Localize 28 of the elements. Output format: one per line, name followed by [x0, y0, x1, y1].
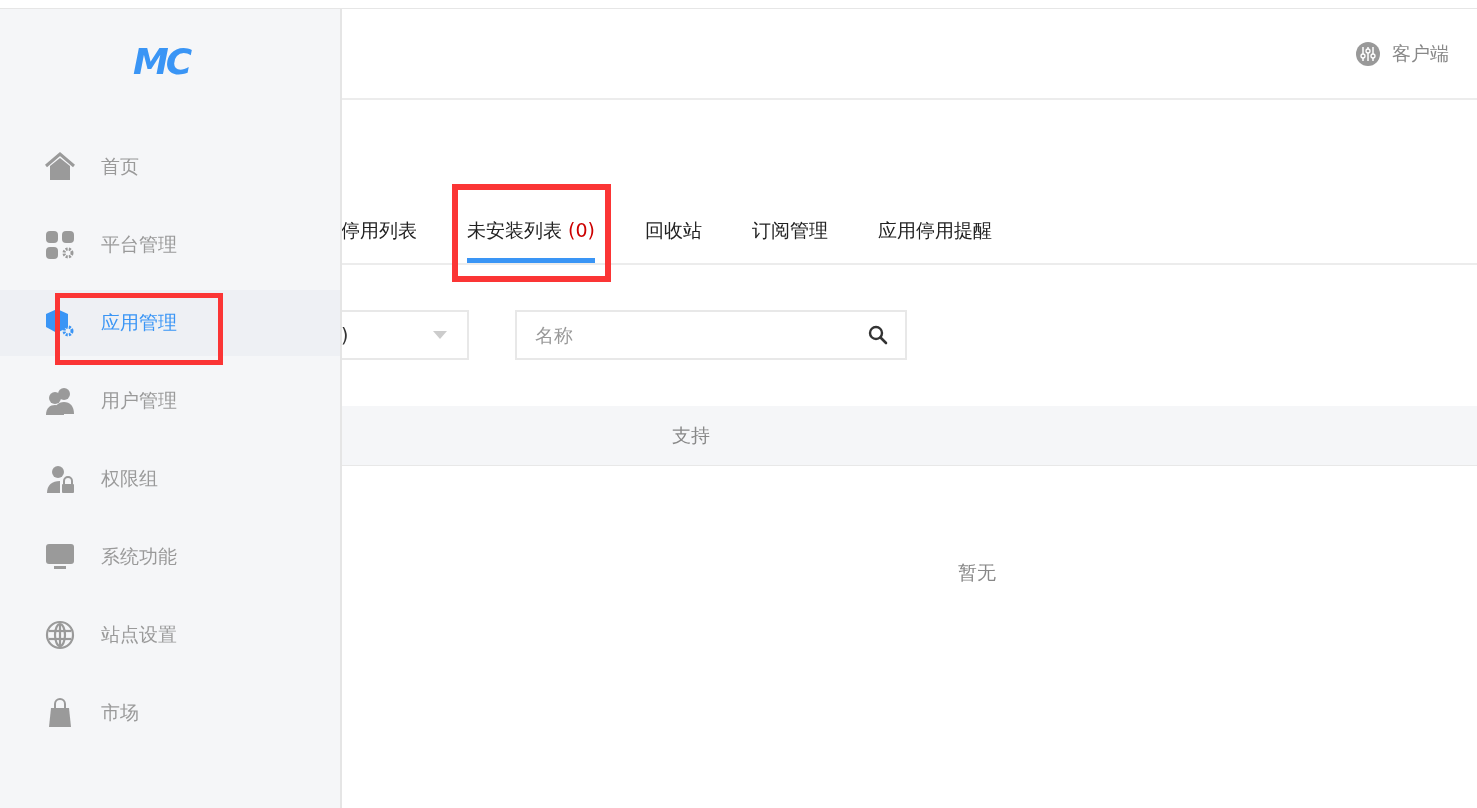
cube-gear-icon: [45, 308, 75, 338]
user-lock-icon: [45, 464, 75, 494]
monitor-icon: [45, 542, 75, 572]
empty-message: 暂无: [958, 561, 996, 583]
sliders-icon: [1356, 41, 1380, 66]
search-icon: [868, 325, 888, 345]
sidebar-item[interactable]: 市场: [0, 680, 340, 746]
tab[interactable]: 应用停用提醒: [877, 197, 992, 263]
sidebar-item[interactable]: 平台管理: [0, 212, 340, 278]
sidebar-item[interactable]: 应用管理: [0, 290, 340, 356]
sidebar-item[interactable]: 站点设置: [0, 602, 340, 668]
caret-icon: [433, 331, 447, 339]
tab[interactable]: 未安装列表 (0): [467, 197, 595, 263]
users-icon: [45, 386, 75, 416]
column-header: 支持: [672, 422, 710, 448]
logo: MC: [133, 42, 191, 82]
tab[interactable]: 停用列表: [341, 197, 417, 263]
sidebar-item[interactable]: 权限组: [0, 446, 340, 512]
sidebar-item[interactable]: 用户管理: [0, 368, 340, 434]
sidebar-item[interactable]: 系统功能: [0, 524, 340, 590]
house-icon: [45, 152, 75, 182]
search-field[interactable]: 名称: [515, 310, 907, 360]
globe-icon: [45, 620, 75, 650]
sidebar-item[interactable]: 首页: [0, 134, 340, 200]
client-link[interactable]: 客户端: [1356, 40, 1449, 67]
tab[interactable]: 回收站: [644, 197, 702, 263]
grid-gear-icon: [45, 230, 75, 260]
tab[interactable]: 订阅管理: [751, 197, 828, 263]
